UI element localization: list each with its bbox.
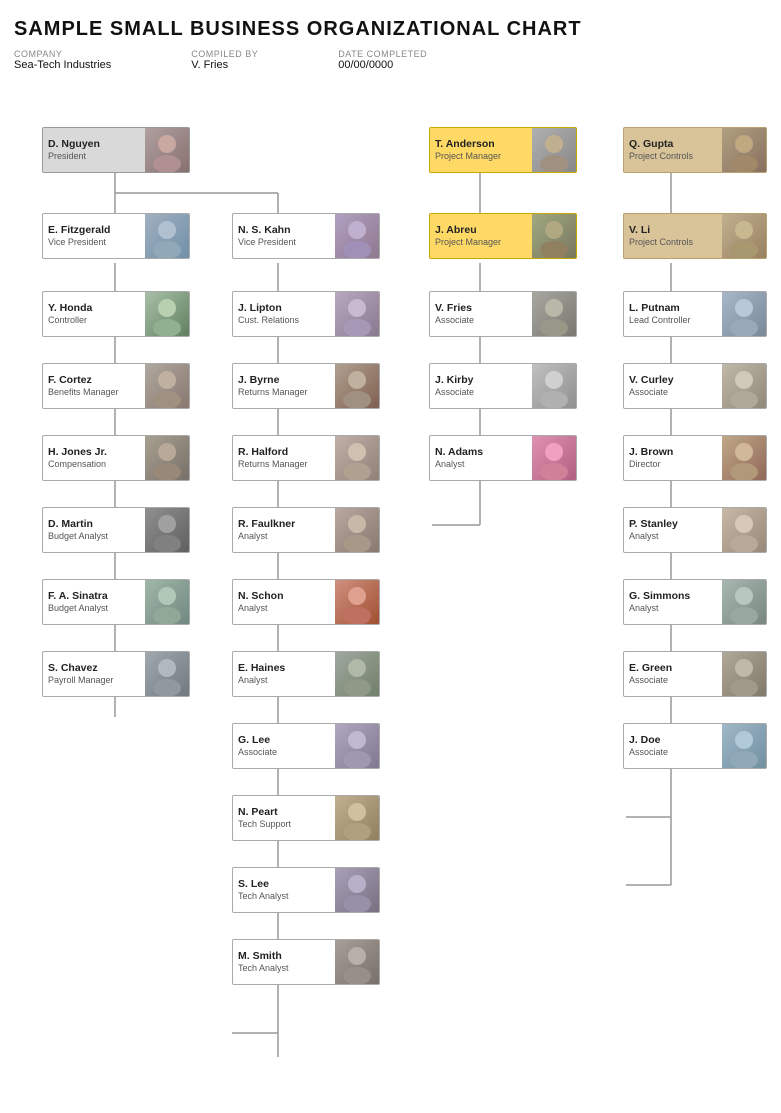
node-cortez: F. Cortez Benefits Manager (42, 363, 190, 409)
node-kirby: J. Kirby Associate (429, 363, 577, 409)
meta-row: COMPANY Sea-Tech Industries COMPILED BY … (14, 49, 767, 71)
node-stanley: P. Stanley Analyst (623, 507, 767, 553)
node-li: V. Li Project Controls (623, 213, 767, 259)
node-martin: D. Martin Budget Analyst (42, 507, 190, 553)
page-title: SAMPLE SMALL BUSINESS ORGANIZATIONAL CHA… (14, 18, 767, 41)
node-green: E. Green Associate (623, 651, 767, 697)
node-gupta: Q. Gupta Project Controls (623, 127, 767, 173)
node-abreu: J. Abreu Project Manager (429, 213, 577, 259)
node-nguyen: D. Nguyen President (42, 127, 190, 173)
node-haines: E. Haines Analyst (232, 651, 380, 697)
node-peart: N. Peart Tech Support (232, 795, 380, 841)
node-simmons: G. Simmons Analyst (623, 579, 767, 625)
node-lee-s: S. Lee Tech Analyst (232, 867, 380, 913)
node-brown: J. Brown Director (623, 435, 767, 481)
node-faulkner: R. Faulkner Analyst (232, 507, 380, 553)
node-kahn: N. S. Kahn Vice President (232, 213, 380, 259)
node-lipton: J. Lipton Cust. Relations (232, 291, 380, 337)
node-byrne: J. Byrne Returns Manager (232, 363, 380, 409)
node-adams: N. Adams Analyst (429, 435, 577, 481)
node-curley: V. Curley Associate (623, 363, 767, 409)
node-schon: N. Schon Analyst (232, 579, 380, 625)
node-fries: V. Fries Associate (429, 291, 577, 337)
node-anderson: T. Anderson Project Manager (429, 127, 577, 173)
node-putnam: L. Putnam Lead Controller (623, 291, 767, 337)
node-halford: R. Halford Returns Manager (232, 435, 380, 481)
node-chavez: S. Chavez Payroll Manager (42, 651, 190, 697)
node-honda: Y. Honda Controller (42, 291, 190, 337)
node-doe: J. Doe Associate (623, 723, 767, 769)
node-lee-g: G. Lee Associate (232, 723, 380, 769)
node-jones: H. Jones Jr. Compensation (42, 435, 190, 481)
node-smith: M. Smith Tech Analyst (232, 939, 380, 985)
node-fitzgerald: E. Fitzgerald Vice President (42, 213, 190, 259)
node-sinatra: F. A. Sinatra Budget Analyst (42, 579, 190, 625)
